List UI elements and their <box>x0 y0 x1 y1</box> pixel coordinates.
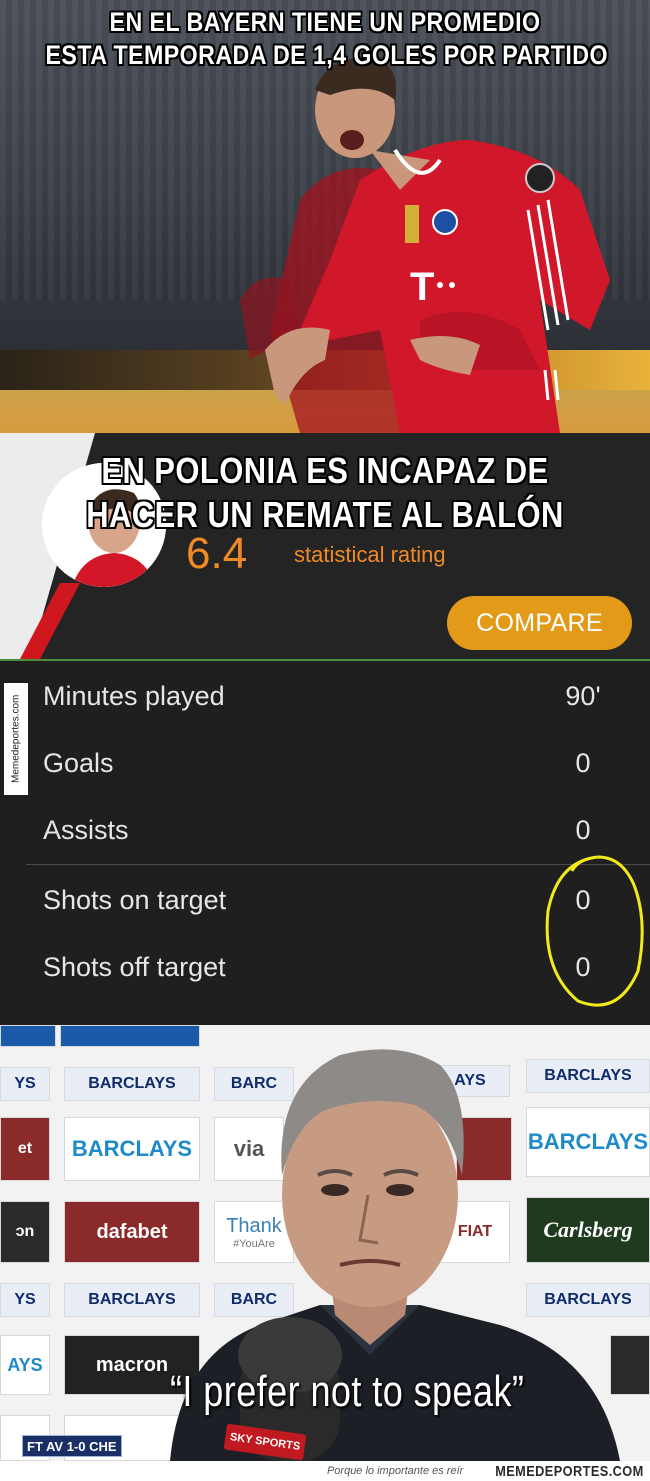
stat-value: 0 <box>575 747 591 778</box>
cut-off-row <box>43 1011 603 1025</box>
footer-brand-link[interactable]: MEMEDEPORTES.COM <box>496 1463 644 1480</box>
svg-text:T: T <box>410 265 434 309</box>
stat-row-minutes: Minutes played 90' <box>43 676 603 716</box>
highlight-circle-annotation <box>545 855 644 1007</box>
stat-label: Shots on target <box>43 884 227 915</box>
caption-middle-line-1: EN POLONIA ES INCAPAZ DE <box>101 450 549 491</box>
caption-middle: EN POLONIA ES INCAPAZ DE HACER UN REMATE… <box>46 449 605 537</box>
stat-row-assists: Assists 0 <box>43 810 603 850</box>
caption-top: EN EL BAYERN TIENE UN PROMEDIO ESTA TEMP… <box>45 6 609 72</box>
stat-row-shots-on-target: Shots on target 0 <box>43 880 603 920</box>
stat-label: Shots off target <box>43 951 226 982</box>
panel-interview: YS BARCLAYS BARC AYS BARCLAYS et BARCLAY… <box>0 1025 650 1461</box>
footer-tagline: Porque lo importante es reír <box>326 1465 464 1477</box>
caption-middle-line-2: HACER UN REMATE AL BALÓN <box>86 494 564 535</box>
stat-value: 90' <box>565 680 601 711</box>
stat-value: 0 <box>575 814 591 845</box>
rating-label: statistical rating <box>294 542 446 567</box>
stat-label: Goals <box>43 747 114 778</box>
caption-top-line-2: ESTA TEMPORADA DE 1,4 GOLES POR PARTIDO <box>45 40 609 70</box>
compare-button[interactable]: COMPARE <box>447 596 632 650</box>
panel-stats-app: 6.4 statistical rating COMPARE Memedepor… <box>0 433 650 1025</box>
footer-bar: Porque lo importante es reír MEMEDEPORTE… <box>0 1461 650 1481</box>
stat-row-shots-off-target: Shots off target 0 <box>43 947 603 987</box>
caption-top-line-1: EN EL BAYERN TIENE UN PROMEDIO <box>109 7 541 37</box>
score-bug: FT AV 1-0 CHE <box>22 1435 122 1457</box>
side-watermark: Memedeportes.com <box>4 683 28 795</box>
stat-label: Assists <box>43 814 129 845</box>
panel-bayern: T EN EL BAYERN TIENE UN PROMEDIO ESTA TE… <box>0 0 650 433</box>
interview-quote: “I prefer not to speak” <box>170 1367 525 1416</box>
stat-row-goals: Goals 0 <box>43 743 603 783</box>
header-divider <box>0 659 650 661</box>
stat-label: Minutes played <box>43 680 225 711</box>
